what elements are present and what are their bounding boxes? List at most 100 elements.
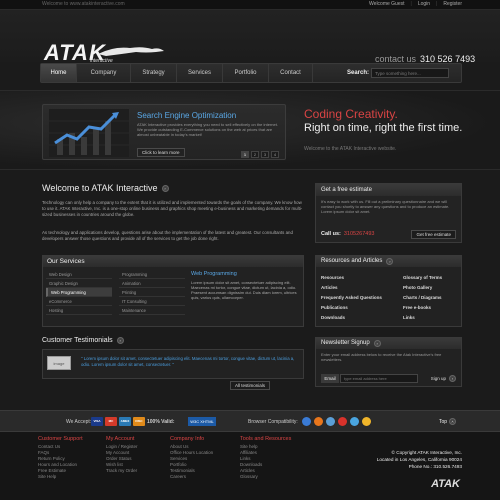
get-estimate-button[interactable]: Get free estimate	[411, 230, 456, 239]
growth-chart-icon	[49, 109, 129, 157]
amex-card-icon: AMEX	[119, 417, 131, 426]
estimate-title: Get a free estimate	[316, 184, 461, 196]
register-link[interactable]: Register	[443, 1, 462, 7]
service-item-selected[interactable]: Web Programming	[46, 288, 112, 297]
footer-logo[interactable]: ATAK	[431, 478, 460, 490]
service-item[interactable]: Printing	[119, 288, 185, 297]
resource-link[interactable]: Publications	[321, 303, 382, 313]
search-input[interactable]: Type something here...	[371, 68, 449, 78]
resource-link[interactable]: Links	[403, 313, 442, 323]
service-item[interactable]: Maintenance	[119, 306, 185, 315]
tagline-welcome: Welcome to the ATAK Interactive website.	[304, 146, 397, 152]
footer-col-account: My Account Login / Register My Account O…	[106, 436, 138, 474]
panther-logo-icon	[98, 47, 164, 56]
slide-pager: 1 2 3 4	[241, 151, 279, 158]
login-link[interactable]: Login	[418, 1, 430, 7]
signup-button[interactable]: Sign up ›	[431, 374, 456, 383]
nav-contact[interactable]: Contact	[269, 64, 313, 82]
arrow-right-icon[interactable]: ›	[116, 337, 124, 344]
pager-2[interactable]: 2	[251, 151, 259, 158]
footer-link[interactable]: Track my Order	[106, 468, 138, 474]
nav-strategy[interactable]: Strategy	[131, 64, 177, 82]
site-footer: Customer Support Contact Us FAQs Return …	[0, 432, 500, 500]
service-item[interactable]: Programming	[119, 270, 185, 279]
account-links: Welcome Guest | Login | Register	[369, 1, 462, 7]
welcome-paragraph-1: Technology can only help a company to th…	[42, 200, 303, 217]
service-detail-text: Lorem ipsum dolor sit amet, consectetuer…	[191, 280, 297, 300]
pager-4[interactable]: 4	[271, 151, 279, 158]
newsletter-panel: Newsletter Signup › Enter your email add…	[315, 337, 462, 387]
service-item[interactable]: Graphic Design	[46, 279, 112, 288]
arrow-right-icon[interactable]: ›	[161, 184, 169, 192]
slide-title: Search Engine Optimization	[137, 111, 237, 120]
resource-link[interactable]: Photo Gallery	[403, 283, 442, 293]
learn-more-button[interactable]: Click to learn more	[137, 148, 185, 157]
tagline-secondary: Right on time, right the first time.	[304, 122, 463, 134]
resource-link[interactable]: Downloads	[321, 313, 382, 323]
resource-link[interactable]: Glossary of Terms	[403, 273, 442, 283]
call-us-phone[interactable]: 3105267493	[344, 231, 375, 237]
ie-icon	[302, 417, 311, 426]
payment-cards: VISA MC AMEX DISC	[91, 417, 145, 426]
call-us-label: Call us:	[321, 231, 341, 237]
services-list-2: Programming Animation Printing IT Consul…	[119, 270, 185, 315]
welcome-paragraph-2: As technology and applications develop, …	[42, 230, 293, 241]
arrow-up-icon: ˄	[449, 418, 457, 425]
nav-home[interactable]: Home	[41, 64, 77, 82]
pager-1[interactable]: 1	[241, 151, 249, 158]
back-to-top[interactable]: Top ˄	[439, 418, 457, 425]
hero-slide: Search Engine Optimization ATAK Interact…	[42, 104, 286, 160]
call-us: Call us: 3105267493	[321, 231, 374, 237]
resource-link[interactable]: Articles	[321, 283, 382, 293]
service-item[interactable]: Web Design	[46, 270, 112, 279]
nav-services[interactable]: Services	[177, 64, 223, 82]
nav-company[interactable]: Company	[77, 64, 131, 82]
we-accept-label: We Accept:	[66, 419, 92, 425]
service-item[interactable]: Animation	[119, 279, 185, 288]
footer-link[interactable]: Glossary	[240, 474, 291, 480]
resource-link[interactable]: Charts / Diagrams	[403, 293, 442, 303]
all-testimonials-button[interactable]: All testimonials	[230, 381, 271, 390]
top-strip: Welcome to www.atakinteractive.com Welco…	[0, 0, 500, 10]
signup-label: Sign up	[430, 376, 446, 381]
footer-col-title: Tools and Resources	[240, 436, 292, 442]
footer-col-title: Customer Support	[38, 436, 83, 442]
pager-3[interactable]: 3	[261, 151, 269, 158]
top-label: Top	[439, 418, 448, 425]
copyright-text: © Copyright ATAK Interactive, Inc.	[391, 450, 463, 455]
resource-link[interactable]: Frequently Asked Questions	[321, 293, 382, 303]
arrow-right-icon[interactable]: ›	[386, 258, 394, 265]
services-panel: Our Services Web Design Graphic Design W…	[42, 255, 304, 327]
service-detail-title: Web Programming	[191, 271, 237, 277]
resources-list-2: Glossary of Terms Photo Gallery Charts /…	[403, 273, 442, 323]
email-field[interactable]: type email address here	[340, 374, 418, 383]
site-header: ATAK interactive contact us 310 526 7493	[0, 10, 500, 65]
testimonial-card: image " Lorem ipsum dolor sit amet, cons…	[42, 349, 304, 379]
welcome-title: Welcome to ATAK Interactive	[42, 183, 158, 193]
resource-link[interactable]: Resources	[321, 273, 382, 283]
resource-link[interactable]: Free e-books	[403, 303, 442, 313]
firefox-icon	[314, 417, 323, 426]
testimonial-quote: " Lorem ipsum dolor sit amet, consectetu…	[81, 356, 295, 367]
service-item[interactable]: IT Consulting	[119, 297, 185, 306]
service-item[interactable]: Hosting	[46, 306, 112, 315]
arrow-right-icon[interactable]: ›	[373, 340, 381, 347]
nav-portfolio[interactable]: Portfolio	[223, 64, 269, 82]
welcome-heading: Welcome to ATAK Interactive ›	[42, 183, 169, 193]
service-item[interactable]: eCommerce	[46, 297, 112, 306]
welcome-text: Welcome Guest	[369, 1, 405, 7]
netscape-icon	[362, 417, 371, 426]
footer-link[interactable]: Site Help	[38, 474, 83, 480]
resources-list-1: Resources Articles Frequently Asked Ques…	[321, 273, 382, 323]
testimonial-image: image	[47, 356, 71, 370]
valid-label: 100% Valid:	[147, 419, 175, 425]
browser-compat-label: Browser Compatibility:	[248, 419, 298, 425]
footer-col-company: Company Info About Us Office Hours Locat…	[170, 436, 213, 480]
services-list-1: Web Design Graphic Design Web Programmin…	[46, 270, 112, 315]
footer-phone: Phone No.: 310.526.7493	[408, 464, 462, 469]
resources-panel: Resources and Articles › Resources Artic…	[315, 255, 462, 327]
footer-link[interactable]: Careers	[170, 474, 213, 480]
chrome-icon	[350, 417, 359, 426]
newsletter-title: Newsletter Signup	[321, 340, 370, 346]
w3c-badge[interactable]: W3C XHTML	[188, 417, 216, 426]
